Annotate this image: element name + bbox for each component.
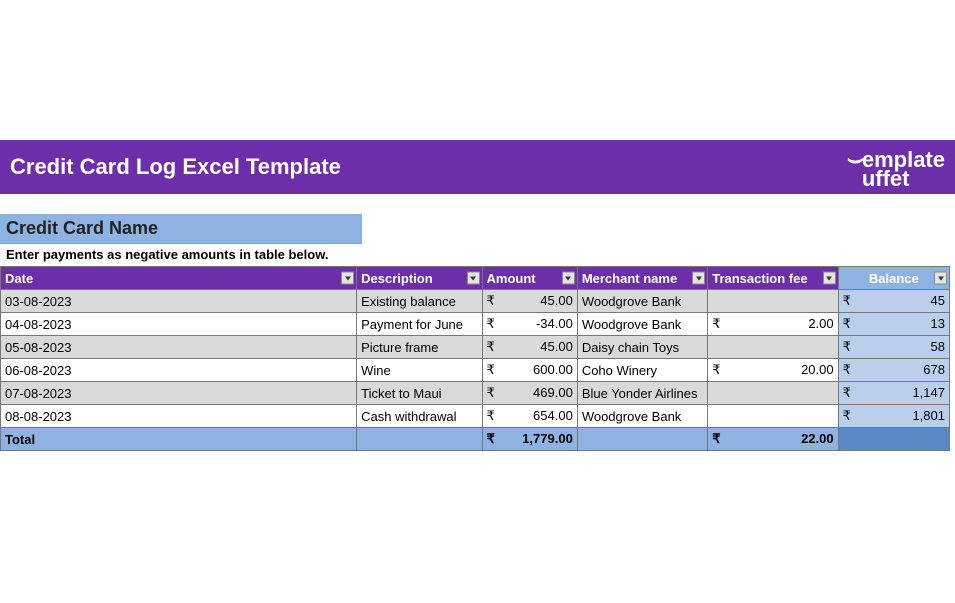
cell-balance[interactable]: ₹678 xyxy=(838,359,949,382)
cell-date[interactable]: 07-08-2023 xyxy=(1,382,357,405)
page-title: Credit Card Log Excel Template xyxy=(10,154,341,180)
cell-fee[interactable] xyxy=(708,290,838,313)
cell-fee[interactable]: ₹2.00 xyxy=(708,313,838,336)
instruction-text: Enter payments as negative amounts in ta… xyxy=(0,244,955,266)
total-fee: ₹22.00 xyxy=(708,428,838,451)
cell-balance[interactable]: ₹13 xyxy=(838,313,949,336)
col-merchant[interactable]: Merchant name xyxy=(577,267,707,290)
cell-fee[interactable] xyxy=(708,382,838,405)
cell-amount[interactable]: ₹-34.00 xyxy=(482,313,577,336)
table-row: 08-08-2023Cash withdrawal₹654.00Woodgrov… xyxy=(1,405,950,428)
logo: ⌣ emplate uffet xyxy=(847,145,945,188)
filter-icon[interactable] xyxy=(562,272,575,285)
cell-description[interactable]: Existing balance xyxy=(357,290,482,313)
cell-description[interactable]: Cash withdrawal xyxy=(357,405,482,428)
title-banner: Credit Card Log Excel Template ⌣ emplate… xyxy=(0,140,955,194)
table-row: 05-08-2023Picture frame₹45.00Daisy chain… xyxy=(1,336,950,359)
cell-balance[interactable]: ₹1,801 xyxy=(838,405,949,428)
filter-icon[interactable] xyxy=(934,272,947,285)
header-row: Date Description Amount Merchant name Tr… xyxy=(1,267,950,290)
cell-merchant[interactable]: Daisy chain Toys xyxy=(577,336,707,359)
card-name-input[interactable]: Credit Card Name xyxy=(0,214,362,244)
table-row: 04-08-2023Payment for June₹-34.00Woodgro… xyxy=(1,313,950,336)
cell-merchant[interactable]: Blue Yonder Airlines xyxy=(577,382,707,405)
top-spacer xyxy=(0,0,955,140)
cell-description[interactable]: Payment for June xyxy=(357,313,482,336)
cell-amount[interactable]: ₹654.00 xyxy=(482,405,577,428)
cell-date[interactable]: 05-08-2023 xyxy=(1,336,357,359)
cell-balance[interactable]: ₹58 xyxy=(838,336,949,359)
filter-icon[interactable] xyxy=(341,272,354,285)
cell-merchant[interactable]: Woodgrove Bank xyxy=(577,290,707,313)
cell-description[interactable]: Picture frame xyxy=(357,336,482,359)
cell-amount[interactable]: ₹600.00 xyxy=(482,359,577,382)
cell-date[interactable]: 04-08-2023 xyxy=(1,313,357,336)
total-row: Total ₹1,779.00 ₹22.00 xyxy=(1,428,950,451)
cell-fee[interactable] xyxy=(708,405,838,428)
cell-balance[interactable]: ₹1,147 xyxy=(838,382,949,405)
table-row: 06-08-2023Wine₹600.00Coho Winery₹20.00₹6… xyxy=(1,359,950,382)
col-balance[interactable]: Balance xyxy=(838,267,949,290)
col-date[interactable]: Date xyxy=(1,267,357,290)
cell-merchant[interactable]: Coho Winery xyxy=(577,359,707,382)
cell-merchant[interactable]: Woodgrove Bank xyxy=(577,405,707,428)
col-description[interactable]: Description xyxy=(357,267,482,290)
cell-date[interactable]: 03-08-2023 xyxy=(1,290,357,313)
cell-description[interactable]: Wine xyxy=(357,359,482,382)
transactions-table: Date Description Amount Merchant name Tr… xyxy=(0,266,950,451)
filter-icon[interactable] xyxy=(692,272,705,285)
cell-description[interactable]: Ticket to Maui xyxy=(357,382,482,405)
logo-line-2: uffet xyxy=(862,170,945,189)
table-row: 03-08-2023Existing balance₹45.00Woodgrov… xyxy=(1,290,950,313)
cell-balance[interactable]: ₹45 xyxy=(838,290,949,313)
cell-merchant[interactable]: Woodgrove Bank xyxy=(577,313,707,336)
table-row: 07-08-2023Ticket to Maui₹469.00Blue Yond… xyxy=(1,382,950,405)
col-amount[interactable]: Amount xyxy=(482,267,577,290)
cell-date[interactable]: 08-08-2023 xyxy=(1,405,357,428)
cell-amount[interactable]: ₹45.00 xyxy=(482,336,577,359)
total-label: Total xyxy=(1,428,357,451)
col-fee[interactable]: Transaction fee xyxy=(708,267,838,290)
cell-amount[interactable]: ₹469.00 xyxy=(482,382,577,405)
filter-icon[interactable] xyxy=(467,272,480,285)
cell-fee[interactable]: ₹20.00 xyxy=(708,359,838,382)
cell-date[interactable]: 06-08-2023 xyxy=(1,359,357,382)
filter-icon[interactable] xyxy=(823,272,836,285)
cell-amount[interactable]: ₹45.00 xyxy=(482,290,577,313)
cell-fee[interactable] xyxy=(708,336,838,359)
total-amount: ₹1,779.00 xyxy=(482,428,577,451)
